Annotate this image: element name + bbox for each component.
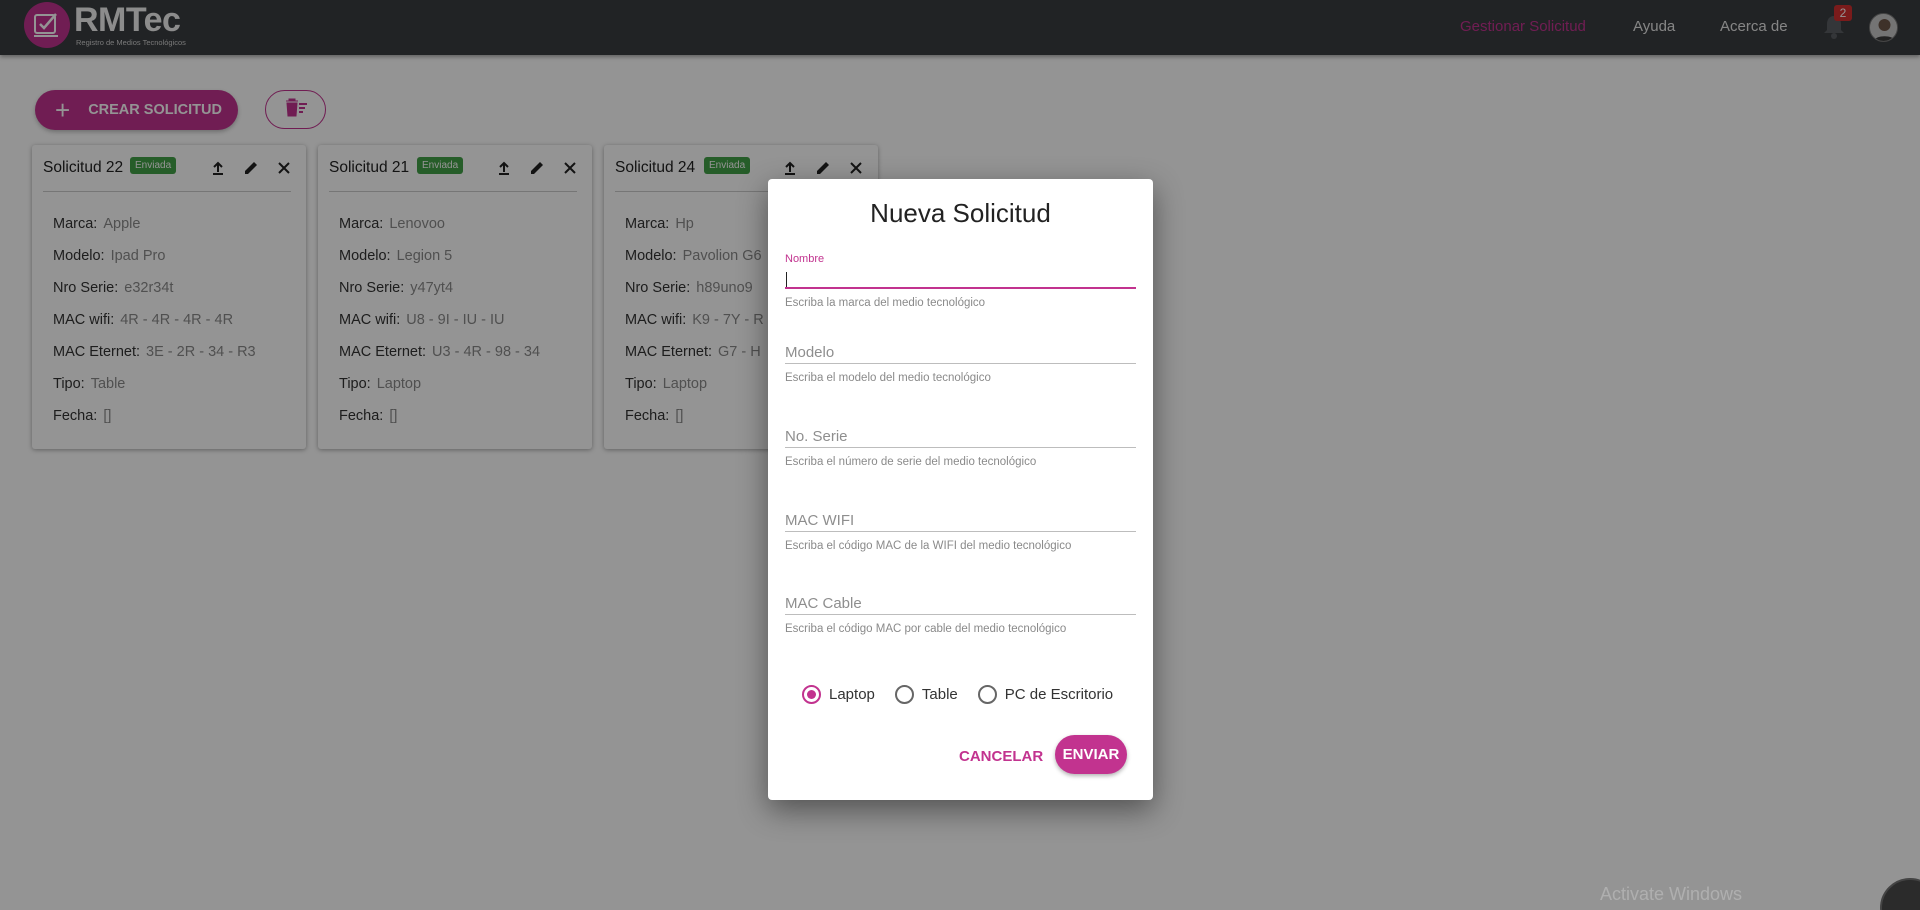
radio-table-label: Table [921, 686, 958, 703]
radio-unchecked-icon[interactable] [894, 685, 914, 704]
device-type-radio-group: Laptop Table PC de Escritorio [802, 685, 1133, 704]
serie-field: Escriba el número de serie del medio tec… [785, 426, 1136, 486]
radio-table[interactable]: Table [894, 685, 958, 704]
serie-input[interactable] [785, 426, 1136, 448]
mac-wifi-input[interactable] [785, 510, 1136, 532]
mac-wifi-helper: Escriba el código MAC de la WIFI del med… [785, 540, 1072, 552]
modelo-field: Escriba el modelo del medio tecnológico [785, 342, 1136, 402]
radio-unchecked-icon[interactable] [977, 685, 997, 704]
new-request-dialog: Nueva Solicitud Nombre Escriba la marca … [768, 179, 1153, 800]
cancel-button[interactable]: CANCELAR [951, 738, 1051, 774]
modelo-helper: Escriba el modelo del medio tecnológico [785, 372, 991, 384]
radio-checked-icon[interactable] [802, 685, 821, 704]
mac-wifi-field: Escriba el código MAC de la WIFI del med… [785, 510, 1136, 570]
radio-laptop[interactable]: Laptop [802, 685, 875, 704]
radio-pc-escritorio-label: PC de Escritorio [1004, 686, 1114, 703]
modelo-input[interactable] [785, 342, 1136, 364]
dialog-title: Nueva Solicitud [870, 198, 1051, 228]
mac-cable-helper: Escriba el código MAC por cable del medi… [785, 623, 1067, 635]
nombre-input[interactable] [785, 269, 1136, 289]
nombre-field: Nombre Escriba la marca del medio tecnol… [785, 253, 1136, 313]
send-button[interactable]: ENVIAR [1055, 735, 1127, 774]
nombre-helper: Escriba la marca del medio tecnológico [785, 297, 986, 309]
nombre-label: Nombre [785, 253, 825, 265]
text-caret [786, 272, 787, 287]
radio-laptop-label: Laptop [829, 686, 875, 703]
radio-pc-escritorio[interactable]: PC de Escritorio [977, 685, 1114, 704]
serie-helper: Escriba el número de serie del medio tec… [785, 456, 1037, 468]
mac-cable-field: Escriba el código MAC por cable del medi… [785, 593, 1136, 653]
mac-cable-input[interactable] [785, 593, 1136, 615]
activate-windows-watermark: Activate Windows [1600, 884, 1743, 904]
